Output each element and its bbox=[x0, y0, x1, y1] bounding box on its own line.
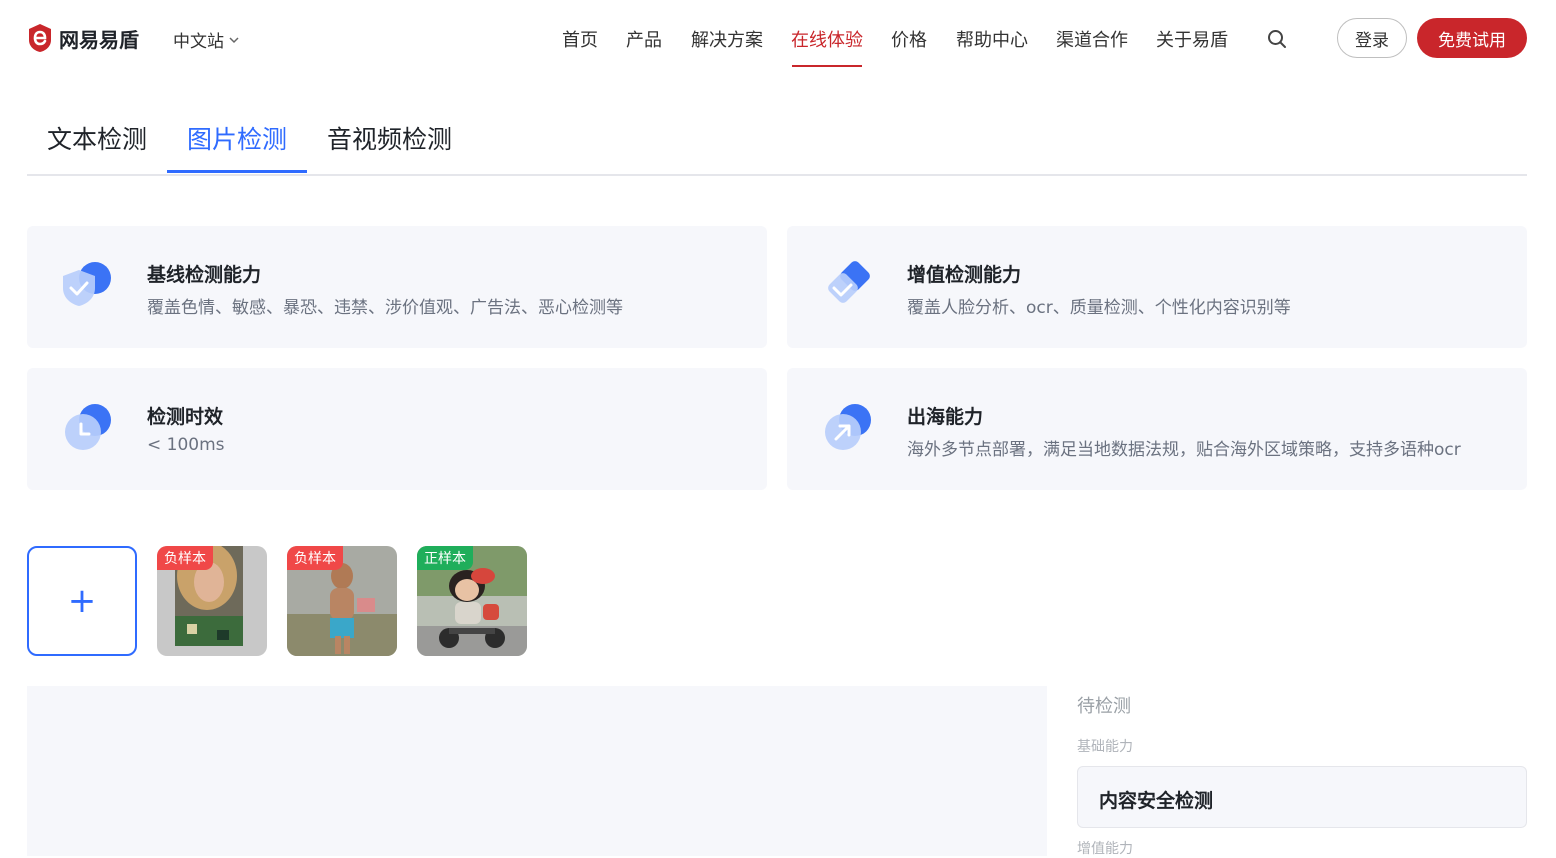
feature-description: 海外多节点部署，满足当地数据法规，贴合海外区域策略，支持多语种ocr bbox=[907, 440, 1461, 460]
feature-description: < 100ms bbox=[147, 435, 225, 455]
feature-card-baseline: 基线检测能力 覆盖色情、敏感、暴恐、违禁、涉价值观、广告法、恶心检测等 bbox=[27, 226, 767, 348]
feature-description: 覆盖人脸分析、ocr、质量检测、个性化内容识别等 bbox=[907, 298, 1291, 318]
shield-check-icon bbox=[63, 262, 111, 306]
tab-text-detection[interactable]: 文本检测 bbox=[47, 120, 147, 156]
image-preview-area bbox=[27, 686, 1047, 856]
result-item-content-safety[interactable]: 内容安全检测 bbox=[1077, 766, 1527, 828]
arrow-up-right-icon bbox=[825, 404, 871, 450]
feature-card-overseas: 出海能力 海外多节点部署，满足当地数据法规，贴合海外区域策略，支持多语种ocr bbox=[787, 368, 1527, 490]
plus-icon: + bbox=[67, 581, 97, 621]
tab-av-detection[interactable]: 音视频检测 bbox=[327, 120, 452, 156]
logo-text: 网易易盾 bbox=[59, 27, 139, 52]
result-section-label: 基础能力 bbox=[1077, 739, 1133, 755]
sample-thumbnail[interactable]: 负样本 bbox=[287, 546, 397, 656]
clock-icon bbox=[65, 404, 111, 450]
top-navbar: 网易易盾 中文站 首页 产品 解决方案 在线体验 价格 帮助中心 渠道合作 关于… bbox=[0, 0, 1556, 78]
feature-card-latency: 检测时效 < 100ms bbox=[27, 368, 767, 490]
sample-thumbnail[interactable]: 负样本 bbox=[157, 546, 267, 656]
feature-title: 检测时效 bbox=[147, 406, 224, 428]
search-icon[interactable] bbox=[1266, 28, 1288, 50]
nav-home[interactable]: 首页 bbox=[562, 26, 598, 52]
diamond-check-icon bbox=[828, 261, 870, 303]
result-item-label: 内容安全检测 bbox=[1099, 790, 1214, 812]
nav-about[interactable]: 关于易盾 bbox=[1156, 26, 1228, 52]
login-button[interactable]: 登录 bbox=[1337, 18, 1407, 58]
nav-pricing[interactable]: 价格 bbox=[891, 26, 927, 52]
feature-description: 覆盖色情、敏感、暴恐、违禁、涉价值观、广告法、恶心检测等 bbox=[147, 298, 623, 318]
upload-image-button[interactable]: + bbox=[27, 546, 137, 656]
netease-logo-icon bbox=[29, 24, 51, 52]
chevron-down-icon bbox=[229, 36, 239, 43]
nav-solutions[interactable]: 解决方案 bbox=[691, 26, 763, 52]
tab-image-detection[interactable]: 图片检测 bbox=[187, 120, 287, 156]
tab-active-underline bbox=[167, 170, 307, 173]
nav-products[interactable]: 产品 bbox=[626, 26, 662, 52]
language-selector[interactable]: 中文站 bbox=[173, 27, 240, 52]
sample-thumbnail[interactable]: 正样本 bbox=[417, 546, 527, 656]
result-section-label-next: 增值能力 bbox=[1077, 841, 1133, 857]
feature-title: 出海能力 bbox=[907, 406, 984, 428]
nav-online-demo[interactable]: 在线体验 bbox=[791, 26, 863, 52]
feature-card-value-added: 增值检测能力 覆盖人脸分析、ocr、质量检测、个性化内容识别等 bbox=[787, 226, 1527, 348]
nav-channel-partners[interactable]: 渠道合作 bbox=[1056, 26, 1128, 52]
positive-sample-badge: 正样本 bbox=[417, 546, 473, 570]
logo[interactable]: 网易易盾 bbox=[27, 22, 139, 54]
feature-title: 基线检测能力 bbox=[147, 264, 262, 286]
nav-help-center[interactable]: 帮助中心 bbox=[956, 26, 1028, 52]
nav-active-underline bbox=[792, 65, 862, 67]
detection-status: 待检测 bbox=[1077, 696, 1131, 717]
detection-tabs: 文本检测 图片检测 音视频检测 bbox=[27, 108, 1527, 176]
negative-sample-badge: 负样本 bbox=[287, 546, 343, 570]
negative-sample-badge: 负样本 bbox=[157, 546, 213, 570]
free-trial-button[interactable]: 免费试用 bbox=[1417, 18, 1527, 58]
feature-title: 增值检测能力 bbox=[907, 264, 1022, 286]
language-label: 中文站 bbox=[173, 32, 224, 52]
